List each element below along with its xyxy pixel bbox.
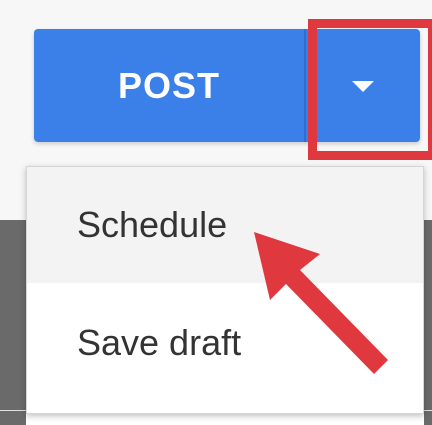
menu-item-schedule[interactable]: Schedule (27, 167, 423, 283)
post-button[interactable]: POST (34, 29, 306, 142)
post-options-menu: Schedule Save draft (26, 166, 424, 414)
post-options-dropdown-toggle[interactable] (306, 29, 420, 142)
menu-item-save-draft[interactable]: Save draft (27, 285, 423, 401)
post-split-button: POST (34, 29, 420, 142)
caret-down-icon (352, 81, 374, 92)
page-backdrop-right (424, 220, 432, 425)
page-backdrop-left (0, 220, 26, 425)
